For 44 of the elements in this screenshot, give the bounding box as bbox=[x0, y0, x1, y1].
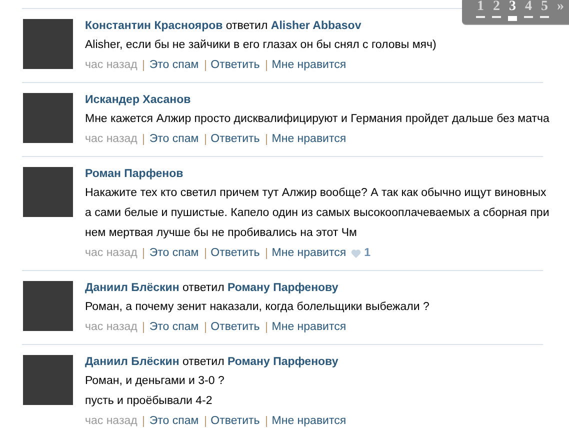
timestamp: час назад bbox=[85, 132, 138, 147]
replied-label: ответил bbox=[182, 282, 224, 294]
like-count: 1 bbox=[364, 246, 370, 261]
comment-text: Роман, а почему зенит наказали, когда болельщики выбежали ? bbox=[85, 300, 430, 315]
action-link[interactable]: Это спам bbox=[149, 56, 199, 74]
action-link[interactable]: Это спам bbox=[149, 412, 199, 428]
action-link[interactable]: Ответить bbox=[210, 130, 260, 148]
replied-label: ответил bbox=[226, 20, 268, 32]
timestamp: час назад bbox=[85, 246, 138, 261]
timestamp: час назад bbox=[85, 320, 138, 335]
action-link[interactable]: Это спам bbox=[149, 318, 199, 336]
action-link[interactable]: Ответить bbox=[210, 244, 260, 262]
author-link[interactable]: Даниил Блёскин bbox=[85, 356, 180, 368]
action-link[interactable]: Ответить bbox=[210, 56, 260, 74]
avatar-photo[interactable] bbox=[23, 281, 73, 331]
heart-icon[interactable] bbox=[351, 248, 362, 258]
comment-text: Alisher, если бы не зайчики в его глазах он бы снял с головы мяч) bbox=[85, 38, 438, 53]
timestamp: час назад bbox=[85, 414, 138, 428]
comment-text: Мне кажется Алжир просто дисквалифицируют и Германия пройдет дальше без матча bbox=[85, 112, 550, 127]
avatar-photo[interactable] bbox=[23, 93, 73, 143]
action-link[interactable]: Ответить bbox=[210, 412, 260, 428]
author-link[interactable]: Роман Парфенов bbox=[85, 168, 184, 180]
author-link[interactable]: Искандер Хасанов bbox=[85, 94, 191, 106]
author-link[interactable]: Константин Краснояров bbox=[85, 20, 223, 32]
reply-to-link[interactable]: Роману Парфенову bbox=[228, 282, 338, 294]
action-link[interactable]: Это спам bbox=[149, 244, 199, 262]
avatar-photo[interactable] bbox=[23, 19, 73, 69]
action-link[interactable]: Мне нравится bbox=[272, 244, 346, 262]
author-link[interactable]: Даниил Блёскин bbox=[85, 282, 180, 294]
action-link[interactable]: Ответить bbox=[210, 318, 260, 336]
action-link[interactable]: Мне нравится bbox=[272, 318, 346, 336]
reply-to-link[interactable]: Роману Парфенову bbox=[228, 356, 338, 368]
comment-text: Накажите тех кто светил причем тут Алжир вообще? А так как обычно ищут виновных а сами белые и пушистые. Капело один из самых высокооплачеваемых а сборная при нем мертвая лучше бы не пробивались на этот Чм bbox=[85, 186, 550, 241]
action-link[interactable]: Мне нравится bbox=[272, 56, 346, 74]
page-link[interactable]: 3 bbox=[508, 0, 517, 21]
avatar-photo[interactable] bbox=[23, 355, 73, 405]
avatar-photo[interactable] bbox=[23, 167, 73, 217]
action-link[interactable]: Мне нравится bbox=[272, 130, 346, 148]
timestamp: час назад bbox=[85, 58, 138, 73]
comment-text: Роман, и деньгами и 3-0 ? пусть и проёбывали 4-2 bbox=[85, 374, 226, 409]
replied-label: ответил bbox=[182, 356, 224, 368]
action-link[interactable]: Мне нравится bbox=[272, 412, 346, 428]
reply-to-link[interactable]: Alisher Abbasov bbox=[270, 20, 362, 32]
action-link[interactable]: Это спам bbox=[149, 130, 199, 148]
